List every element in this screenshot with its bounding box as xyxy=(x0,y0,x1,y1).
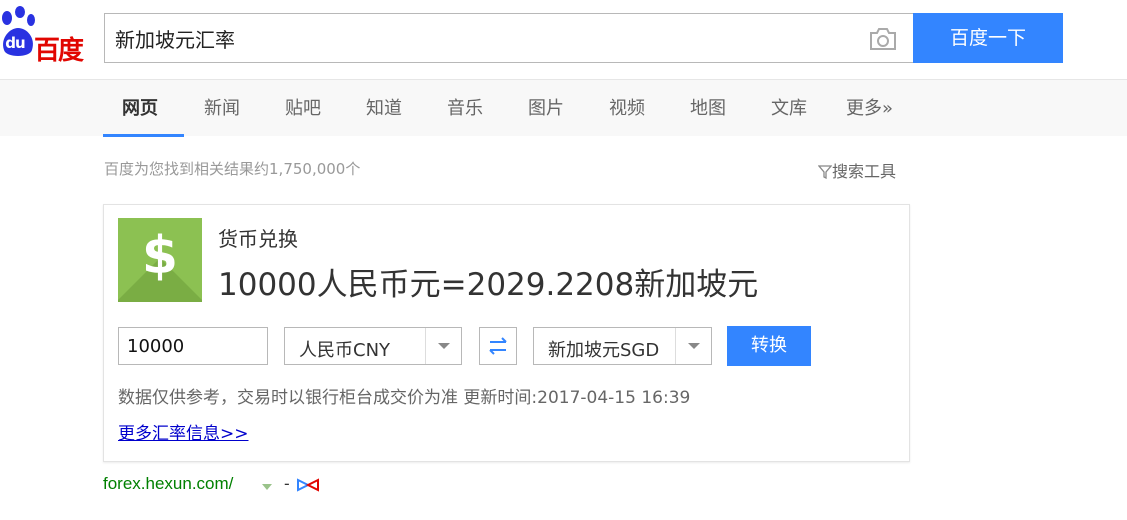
logo-brand-text: 百度 xyxy=(34,36,84,66)
chevron-down-icon[interactable] xyxy=(425,328,461,364)
tab-news[interactable]: 新闻 xyxy=(204,94,240,120)
conversion-result: 10000人民币元=2029.2208新加坡元 xyxy=(218,267,759,303)
more-rates-link[interactable]: 更多汇率信息>> xyxy=(118,419,249,444)
caret-down-icon[interactable] xyxy=(262,484,272,490)
trust-badge-icon[interactable] xyxy=(296,478,320,492)
tab-video[interactable]: 视频 xyxy=(609,94,645,120)
chevron-down-icon[interactable] xyxy=(675,328,711,364)
search-box xyxy=(104,13,914,63)
filter-icon xyxy=(817,165,833,180)
result-count: 百度为您找到相关结果约1,750,000个 xyxy=(104,160,361,178)
to-currency-select[interactable]: 新加坡元SGD xyxy=(533,327,712,365)
tab-wenku[interactable]: 文库 xyxy=(771,94,807,120)
disclaimer-text: 数据仅供参考，交易时以银行柜台成交价为准 更新时间:2017-04-15 16:… xyxy=(118,388,691,408)
card-title: 货币兑换 xyxy=(218,227,298,251)
swap-currencies-button[interactable] xyxy=(479,327,517,365)
convert-button[interactable]: 转换 xyxy=(727,326,811,366)
logo-du-text: du xyxy=(5,34,25,52)
camera-icon[interactable] xyxy=(868,26,898,52)
result-url[interactable]: forex.hexun.com/ xyxy=(103,474,233,494)
active-tab-indicator xyxy=(103,134,184,137)
dollar-icon: $ xyxy=(118,218,202,302)
tab-zhidao[interactable]: 知道 xyxy=(366,94,402,120)
header: du 百度 百度一下 xyxy=(0,0,1127,79)
search-tools-button[interactable]: 搜索工具 xyxy=(817,158,897,182)
vertical-tabs: 网页 新闻 贴吧 知道 音乐 图片 视频 地图 文库 更多» xyxy=(0,79,1127,137)
search-input[interactable] xyxy=(115,22,855,54)
tab-images[interactable]: 图片 xyxy=(528,94,564,120)
currency-converter-card: $ 货币兑换 10000人民币元=2029.2208新加坡元 人民币CNY 新加… xyxy=(103,204,910,462)
baidu-logo[interactable]: du 百度 xyxy=(0,6,92,66)
from-currency-select[interactable]: 人民币CNY xyxy=(284,327,462,365)
tab-map[interactable]: 地图 xyxy=(690,94,726,120)
tab-music[interactable]: 音乐 xyxy=(447,94,483,120)
amount-input[interactable] xyxy=(118,327,268,365)
to-currency-value: 新加坡元SGD xyxy=(548,340,660,361)
from-currency-value: 人民币CNY xyxy=(299,340,391,361)
tab-tieba[interactable]: 贴吧 xyxy=(285,94,321,120)
tab-more[interactable]: 更多» xyxy=(846,94,893,120)
search-button[interactable]: 百度一下 xyxy=(913,13,1063,63)
swap-icon xyxy=(489,337,507,355)
search-tools-label: 搜索工具 xyxy=(832,162,897,181)
tab-web[interactable]: 网页 xyxy=(122,94,158,120)
url-separator: - xyxy=(284,474,290,493)
